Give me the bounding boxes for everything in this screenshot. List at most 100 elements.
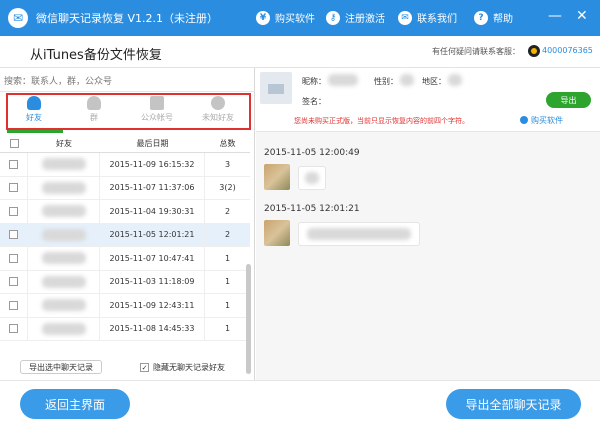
unknown-person-icon bbox=[211, 96, 225, 110]
key-icon: ⚷ bbox=[326, 10, 340, 25]
row-checkbox[interactable] bbox=[9, 206, 18, 216]
row-date: 2015-11-09 16:15:32 bbox=[100, 153, 205, 176]
blurred-friend-name bbox=[41, 299, 86, 312]
column-friend: 好友 bbox=[56, 139, 72, 148]
row-date: 2015-11-03 11:18:09 bbox=[100, 270, 205, 293]
mail-icon: ✉ bbox=[398, 10, 412, 25]
back-to-main-button[interactable]: 返回主界面 bbox=[20, 389, 130, 419]
bottom-bar: 返回主界面 导出全部聊天记录 bbox=[0, 380, 600, 426]
help-button[interactable]: ? 帮助 bbox=[474, 10, 513, 25]
region-label: 地区： bbox=[422, 77, 446, 86]
blurred-friend-name bbox=[41, 275, 86, 288]
tab-friends[interactable]: 好友 bbox=[9, 96, 59, 128]
close-button[interactable]: ✕ bbox=[576, 8, 588, 24]
contact-profile: 昵称： 性别： 地区： 签名： 导出 bbox=[256, 68, 600, 110]
buy-software-link[interactable]: 购买软件 bbox=[520, 115, 563, 126]
row-date: 2015-11-09 12:43:11 bbox=[100, 294, 205, 317]
group-icon bbox=[87, 96, 101, 110]
message-bubble bbox=[298, 222, 420, 246]
row-date: 2015-11-04 19:30:31 bbox=[100, 200, 205, 223]
export-selected-button[interactable]: 导出选中聊天记录 bbox=[20, 360, 102, 374]
export-button[interactable]: 导出 bbox=[546, 92, 591, 108]
page-title: 从iTunes备份文件恢复 bbox=[30, 48, 162, 63]
row-date: 2015-11-05 12:01:21 bbox=[100, 223, 205, 246]
blurred-message bbox=[307, 228, 411, 240]
row-checkbox[interactable] bbox=[9, 300, 18, 310]
search-input[interactable]: 搜索：联系人，群，公众号 bbox=[0, 68, 255, 92]
buy-software-button[interactable]: ¥ 购买软件 bbox=[256, 10, 315, 25]
person-icon bbox=[27, 96, 41, 110]
gender-label: 性别： bbox=[374, 77, 398, 86]
trial-notice-text: 您尚未购买正式版，当前只显示恢复内容的前四个字符。 bbox=[294, 117, 469, 125]
active-tab-indicator bbox=[7, 130, 63, 133]
table-row[interactable]: 2015-11-09 16:15:32 3 bbox=[0, 153, 250, 177]
blurred-nickname bbox=[328, 74, 358, 86]
row-count: 1 bbox=[224, 324, 231, 334]
table-row[interactable]: 2015-11-07 11:37:06 3(2) bbox=[0, 176, 250, 200]
tab-official-accounts[interactable]: 公众帐号 bbox=[132, 96, 182, 128]
hide-empty-toggle[interactable]: ✓ 隐藏无聊天记录好友 bbox=[140, 362, 225, 373]
tab-unknown-friends[interactable]: 未知好友 bbox=[193, 96, 243, 128]
row-checkbox[interactable] bbox=[9, 324, 18, 334]
table-row[interactable]: 2015-11-03 11:18:09 1 bbox=[0, 270, 250, 294]
table-header: 好友 最后日期 总数 bbox=[0, 135, 250, 153]
friend-list: 2015-11-09 16:15:32 3 2015-11-07 11:37:0… bbox=[0, 153, 250, 353]
row-checkbox[interactable] bbox=[9, 277, 18, 287]
message-bubble bbox=[298, 166, 326, 190]
sub-header: 从iTunes备份文件恢复 有任何疑问请联系客服： 4000076365 bbox=[0, 36, 600, 68]
contact-panel: 搜索：联系人，群，公众号 好友 群 公众帐号 未知好友 好友 最后日期 总数 2… bbox=[0, 68, 255, 380]
register-button[interactable]: ⚷ 注册激活 bbox=[326, 10, 385, 25]
title-bar: ✉ 微信聊天记录恢复 V1.2.1（未注册） ¥ 购买软件 ⚷ 注册激活 ✉ 联系我们… bbox=[0, 0, 600, 36]
wechat-logo-icon: ✉ bbox=[8, 8, 28, 28]
yen-icon: ¥ bbox=[256, 10, 270, 25]
row-count: 1 bbox=[224, 300, 231, 310]
row-checkbox[interactable] bbox=[9, 159, 18, 169]
blurred-friend-name bbox=[41, 181, 86, 194]
row-count: 3(2) bbox=[219, 183, 236, 193]
table-row[interactable]: 2015-11-08 14:45:33 1 bbox=[0, 317, 250, 341]
row-checkbox[interactable] bbox=[9, 230, 18, 240]
row-date: 2015-11-07 10:47:41 bbox=[100, 247, 205, 270]
tab-groups[interactable]: 群 bbox=[69, 96, 119, 128]
nickname-label: 昵称： bbox=[302, 77, 326, 86]
message-timestamp: 2015-11-05 12:01:21 bbox=[264, 204, 360, 214]
column-last-date: 最后日期 bbox=[136, 139, 169, 148]
row-date: 2015-11-07 11:37:06 bbox=[100, 176, 205, 199]
table-row[interactable]: 2015-11-07 10:47:41 1 bbox=[0, 247, 250, 271]
blurred-message bbox=[305, 172, 319, 184]
support-qq-link[interactable]: 4000076365 bbox=[542, 46, 593, 55]
row-date: 2015-11-08 14:45:33 bbox=[100, 317, 205, 340]
row-count: 1 bbox=[224, 253, 231, 263]
contact-button[interactable]: ✉ 联系我们 bbox=[398, 10, 457, 25]
blurred-friend-name bbox=[41, 252, 86, 265]
row-count: 1 bbox=[224, 277, 231, 287]
trial-notice: 您尚未购买正式版，当前只显示恢复内容的前四个字符。 购买软件 bbox=[256, 110, 600, 132]
chat-panel: 昵称： 性别： 地区： 签名： 导出 您尚未购买正式版，当前只显示恢复内容的前四… bbox=[256, 68, 600, 380]
blurred-gender bbox=[400, 74, 414, 86]
blurred-friend-name bbox=[41, 322, 86, 335]
minimize-button[interactable]: — bbox=[548, 8, 562, 24]
blurred-friend-name bbox=[41, 205, 86, 218]
column-total: 总数 bbox=[219, 139, 236, 148]
export-all-button[interactable]: 导出全部聊天记录 bbox=[446, 389, 581, 419]
app-title: 微信聊天记录恢复 V1.2.1（未注册） bbox=[36, 12, 219, 25]
hide-empty-checkbox[interactable]: ✓ bbox=[140, 363, 149, 372]
select-all-checkbox[interactable] bbox=[9, 139, 19, 148]
blurred-friend-name bbox=[41, 158, 86, 171]
cart-icon bbox=[520, 116, 528, 124]
sender-avatar bbox=[264, 164, 290, 190]
row-count: 3 bbox=[224, 159, 231, 169]
table-row[interactable]: 2015-11-04 19:30:31 2 bbox=[0, 200, 250, 224]
row-count: 2 bbox=[224, 230, 231, 240]
support-label: 有任何疑问请联系客服： bbox=[432, 47, 520, 56]
qq-icon[interactable] bbox=[528, 45, 540, 57]
message-timestamp: 2015-11-05 12:00:49 bbox=[264, 148, 360, 158]
list-scrollbar[interactable] bbox=[246, 264, 251, 374]
hide-empty-label: 隐藏无聊天记录好友 bbox=[153, 363, 225, 372]
table-row-selected[interactable]: 2015-11-05 12:01:21 2 bbox=[0, 223, 250, 247]
row-checkbox[interactable] bbox=[9, 253, 18, 263]
table-row[interactable]: 2015-11-09 12:43:11 1 bbox=[0, 294, 250, 318]
blurred-friend-name bbox=[41, 228, 86, 241]
row-checkbox[interactable] bbox=[9, 183, 18, 193]
official-account-icon bbox=[150, 96, 164, 110]
